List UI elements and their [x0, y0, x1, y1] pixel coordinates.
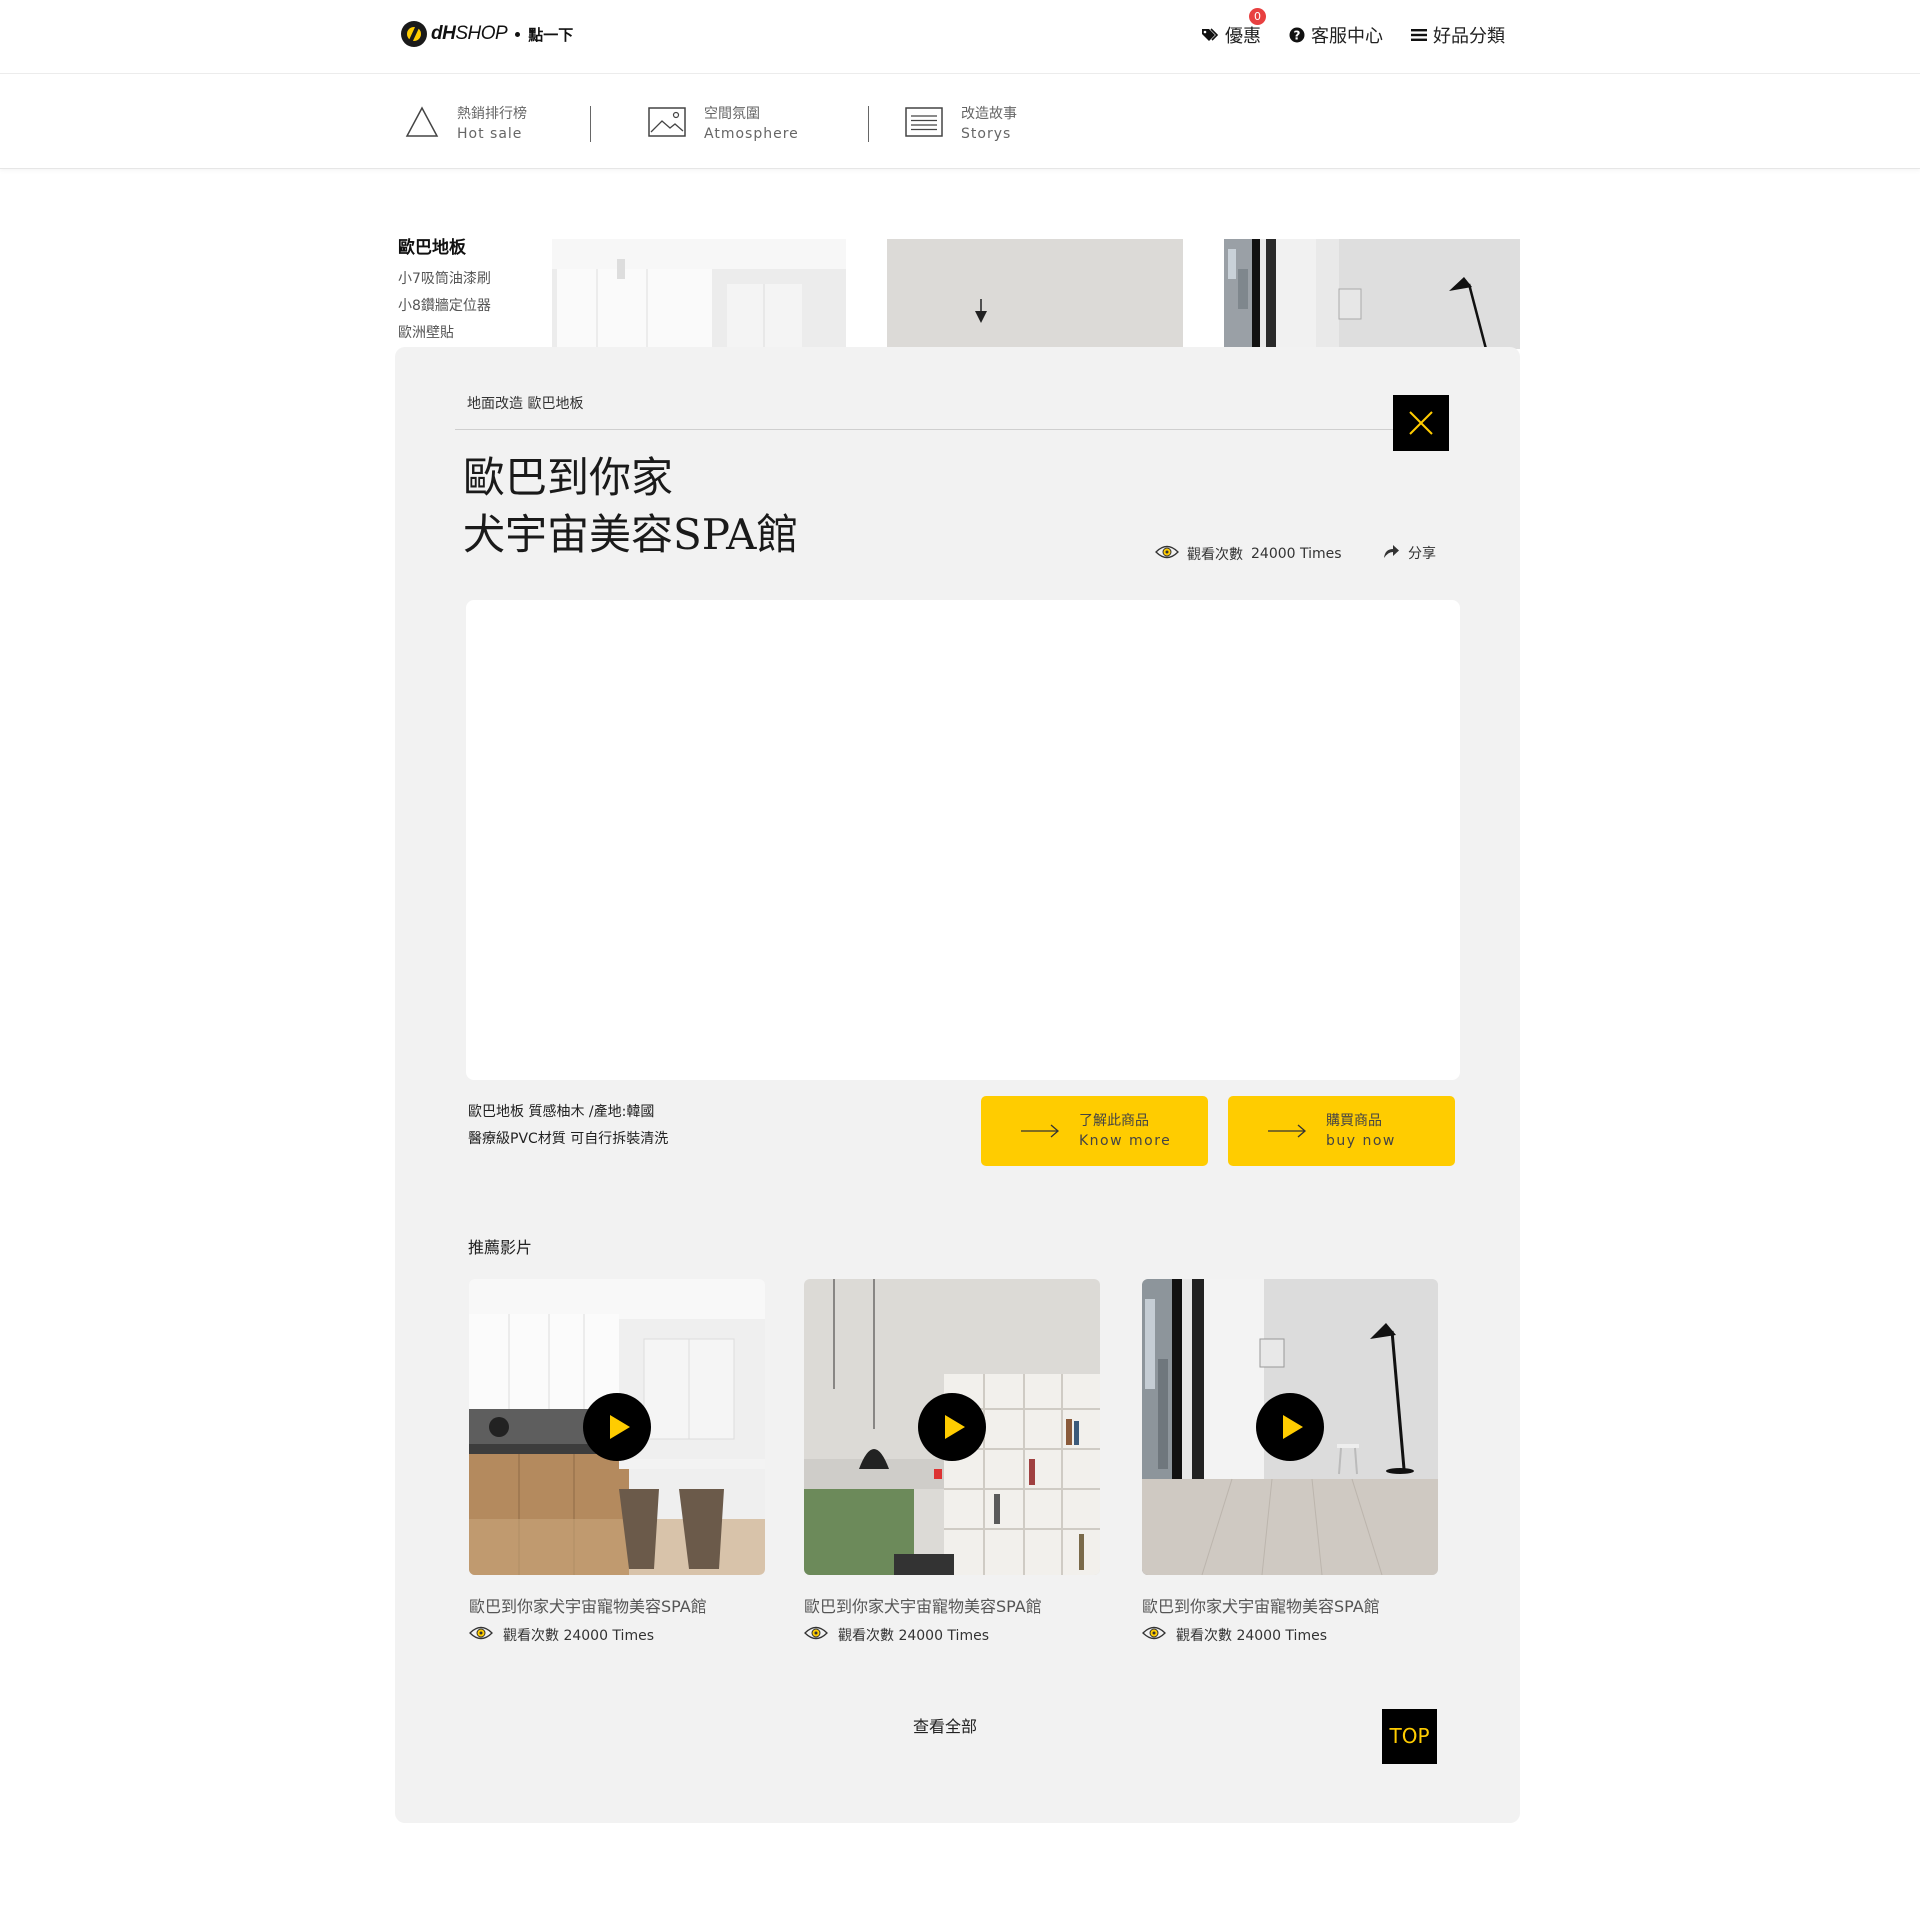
category-storys[interactable]: 改造故事 Storys	[905, 104, 1017, 144]
eye-icon	[1142, 1625, 1166, 1645]
video-card-title[interactable]: 歐巴到你家犬宇宙寵物美容SPA館	[1142, 1593, 1438, 1617]
sidebar: 歐巴地板 小7吸筒油漆刷 小8鑽牆定位器 歐洲壁貼	[398, 233, 491, 347]
background-thumbnail-lamp[interactable]	[1224, 239, 1520, 349]
buy-now-button[interactable]: 購買商品 buy now	[1228, 1096, 1455, 1166]
know-more-zh: 了解此商品	[1079, 1113, 1149, 1129]
close-icon	[1409, 411, 1433, 435]
nav-categories-label: 好品分類	[1433, 26, 1505, 47]
menu-icon	[1411, 28, 1427, 42]
title-line-1: 歐巴到你家	[463, 453, 674, 502]
arrow-right-icon	[1021, 1124, 1059, 1138]
share-label: 分享	[1408, 546, 1436, 562]
category-atmosphere-zh: 空間氛圍	[704, 106, 760, 122]
page-title: 歐巴到你家 犬宇宙美容SPA館	[463, 449, 799, 563]
video-card-views: 觀看次數 24000 Times	[838, 1628, 989, 1644]
category-atmosphere[interactable]: 空間氛圍 Atmosphere	[648, 104, 799, 144]
play-button[interactable]	[583, 1393, 651, 1461]
buy-now-zh: 購買商品	[1326, 1113, 1382, 1129]
breadcrumb: 地面改造 歐巴地板	[467, 396, 584, 412]
video-detail-modal: 地面改造 歐巴地板 歐巴到你家 犬宇宙美容SPA館 觀看次數 24000 Tim…	[395, 347, 1520, 1823]
video-card-title[interactable]: 歐巴到你家犬宇宙寵物美容SPA館	[804, 1593, 1100, 1617]
category-storys-zh: 改造故事	[961, 106, 1017, 122]
share-button[interactable]: 分享	[1382, 543, 1436, 563]
sidebar-item[interactable]: 小8鑽牆定位器	[398, 293, 491, 320]
breadcrumb-divider	[455, 429, 1401, 430]
sidebar-item[interactable]: 歐洲壁貼	[398, 320, 491, 347]
nav-offers-label: 優惠	[1225, 26, 1261, 47]
logo-subtitle: 點一下	[528, 25, 574, 44]
site-logo[interactable]: dHSHOP 點一下	[401, 20, 573, 48]
recommended-heading: 推薦影片	[468, 1238, 533, 1257]
category-atmosphere-en: Atmosphere	[704, 126, 799, 142]
view-all-link[interactable]: 查看全部	[913, 1713, 977, 1737]
close-button[interactable]	[1393, 395, 1449, 451]
category-bar: 熱銷排行榜 Hot sale 空間氛圍 Atmosphere 改造故事 Stor…	[0, 74, 1920, 169]
sidebar-title[interactable]: 歐巴地板	[398, 233, 491, 258]
category-hot-sale-en: Hot sale	[457, 126, 523, 142]
logo-mark-icon	[401, 21, 427, 47]
video-card[interactable]: 歐巴到你家犬宇宙寵物美容SPA館 觀看次數 24000 Times	[804, 1279, 1100, 1645]
video-card[interactable]: 歐巴到你家犬宇宙寵物美容SPA館 觀看次數 24000 Times	[1142, 1279, 1438, 1645]
back-to-top-button[interactable]: TOP	[1382, 1709, 1437, 1764]
image-icon	[648, 107, 686, 141]
nav-customer-service-label: 客服中心	[1311, 26, 1383, 47]
video-player[interactable]	[466, 600, 1460, 1080]
nav-categories[interactable]: 好品分類	[1411, 22, 1505, 48]
video-card-views: 觀看次數 24000 Times	[1176, 1628, 1327, 1644]
site-header: dHSHOP 點一下 優惠 0 ? 客服中心 好品分類	[0, 0, 1920, 74]
view-count: 觀看次數 24000 Times	[1155, 544, 1342, 564]
logo-brand: dHSHOP	[431, 23, 508, 44]
top-nav: 優惠 0 ? 客服中心 好品分類	[1201, 8, 1505, 48]
video-thumbnail-kitchen[interactable]	[469, 1279, 765, 1575]
product-description: 歐巴地板 質感柚木 /產地:韓國 醫療級PVC材質 可自行拆裝清洗	[468, 1099, 668, 1153]
eye-icon	[469, 1625, 493, 1645]
description-line: 歐巴地板 質感柚木 /產地:韓國	[468, 1104, 655, 1120]
list-icon	[905, 107, 943, 141]
question-icon: ?	[1289, 27, 1305, 43]
know-more-button[interactable]: 了解此商品 Know more	[981, 1096, 1208, 1166]
sidebar-item[interactable]: 小7吸筒油漆刷	[398, 266, 491, 293]
category-hot-sale[interactable]: 熱銷排行榜 Hot sale	[405, 104, 527, 144]
know-more-en: Know more	[1079, 1133, 1172, 1149]
eye-icon	[804, 1625, 828, 1645]
share-icon	[1382, 543, 1400, 563]
category-divider	[590, 106, 591, 142]
arrow-right-icon	[1268, 1124, 1306, 1138]
play-button[interactable]	[918, 1393, 986, 1461]
eye-icon	[1155, 544, 1179, 564]
title-line-2: 犬宇宙美容SPA館	[463, 510, 799, 559]
category-storys-en: Storys	[961, 126, 1012, 142]
nav-customer-service[interactable]: ? 客服中心	[1289, 22, 1383, 48]
video-card[interactable]: 歐巴到你家犬宇宙寵物美容SPA館 觀看次數 24000 Times	[469, 1279, 765, 1645]
nav-offers[interactable]: 優惠 0	[1201, 8, 1266, 48]
views-label: 觀看次數	[1187, 547, 1243, 563]
buy-now-en: buy now	[1326, 1133, 1396, 1149]
category-divider	[868, 106, 869, 142]
video-card-views: 觀看次數 24000 Times	[503, 1628, 654, 1644]
logo-dot	[515, 31, 521, 37]
offers-count-badge: 0	[1249, 8, 1266, 25]
svg-text:?: ?	[1294, 29, 1301, 43]
category-hot-sale-zh: 熱銷排行榜	[457, 106, 527, 122]
play-button[interactable]	[1256, 1393, 1324, 1461]
video-card-title[interactable]: 歐巴到你家犬宇宙寵物美容SPA館	[469, 1593, 765, 1617]
background-thumbnail-kitchen[interactable]	[552, 239, 846, 349]
description-line: 醫療級PVC材質 可自行拆裝清洗	[468, 1131, 669, 1147]
video-thumbnail-shelf[interactable]	[804, 1279, 1100, 1575]
video-thumbnail-lamp[interactable]	[1142, 1279, 1438, 1575]
tag-icon	[1201, 28, 1219, 42]
views-value: 24000 Times	[1251, 546, 1342, 562]
background-thumbnail-shelf[interactable]	[887, 239, 1183, 349]
triangle-icon	[405, 106, 439, 142]
